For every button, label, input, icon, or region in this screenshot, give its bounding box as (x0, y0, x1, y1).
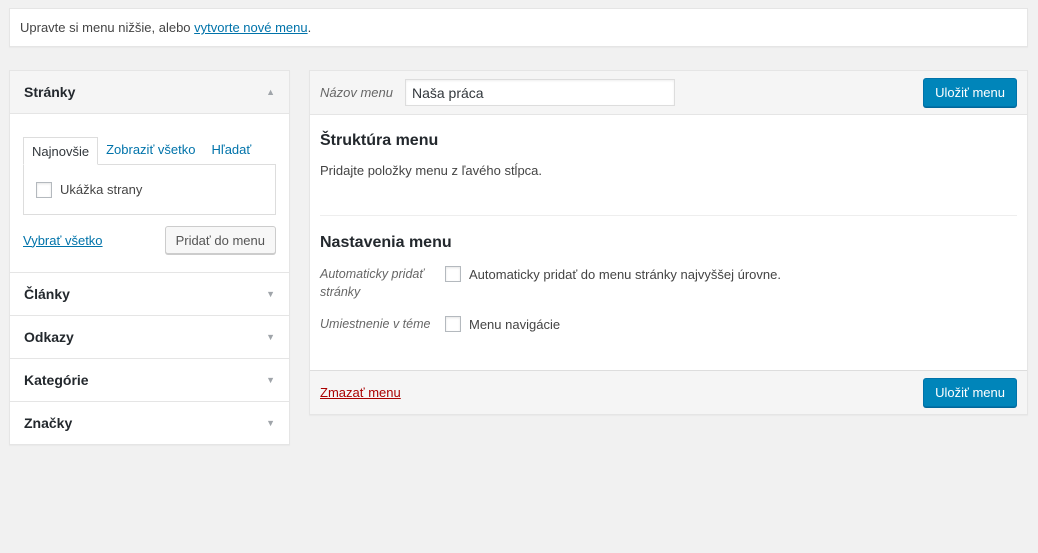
expand-arrow-icon: ▼ (266, 418, 275, 428)
pages-actions: Vybrať všetko Pridať do menu (23, 226, 276, 254)
auto-add-label: Automaticky pridať stránky (320, 267, 424, 299)
auto-add-setting: Automaticky pridať stránky Automaticky p… (320, 265, 781, 301)
add-to-menu-button[interactable]: Pridať do menu (164, 226, 276, 254)
menu-footer: Zmazať menu Uložiť menu (310, 370, 1027, 414)
accordion-categories-title: Kategórie (24, 372, 89, 388)
accordion-posts-title: Články (24, 286, 70, 302)
tab-search[interactable]: Hľadať (204, 136, 260, 164)
accordion-links-title: Odkazy (24, 329, 74, 345)
expand-arrow-icon: ▼ (266, 375, 275, 385)
theme-location-label: Umiestnenie v téme (320, 317, 431, 331)
notice-text: Upravte si menu nižšie, alebo (20, 20, 191, 35)
navigation-menu-checkbox[interactable] (445, 316, 461, 332)
menu-body: Štruktúra menu Pridajte položky menu z ľ… (310, 115, 1027, 372)
auto-add-option-label[interactable]: Automaticky pridať do menu stránky najvy… (469, 267, 781, 282)
accordion-pages-body: Najnovšie Zobraziť všetko Hľadať Ukážka … (10, 114, 289, 272)
add-menu-items-accordion: Stránky ▲ Najnovšie Zobraziť všetko Hľad… (9, 70, 290, 445)
expand-arrow-icon: ▼ (266, 332, 275, 342)
accordion-categories-header[interactable]: Kategórie ▼ (10, 358, 289, 401)
accordion-tags-title: Značky (24, 415, 73, 431)
delete-menu-link[interactable]: Zmazať menu (320, 385, 401, 400)
accordion-links-header[interactable]: Odkazy ▼ (10, 315, 289, 358)
menu-header: Názov menu Uložiť menu (310, 71, 1027, 115)
tab-view-all[interactable]: Zobraziť všetko (98, 136, 203, 164)
notice-bar: Upravte si menu nižšie, alebo vytvorte n… (9, 8, 1028, 47)
create-new-menu-link[interactable]: vytvorte nové menu (194, 20, 307, 35)
select-all-link[interactable]: Vybrať všetko (23, 233, 103, 248)
save-menu-button-top[interactable]: Uložiť menu (923, 78, 1017, 107)
accordion-tags-header[interactable]: Značky ▼ (10, 401, 289, 444)
theme-location-setting: Umiestnenie v téme Menu navigácie (320, 315, 560, 333)
collapse-arrow-icon: ▲ (266, 87, 275, 97)
menu-structure-description: Pridajte položky menu z ľavého stĺpca. (320, 163, 543, 178)
menu-name-input[interactable] (404, 79, 675, 106)
pages-tab-panel: Ukážka strany (23, 164, 276, 215)
expand-arrow-icon: ▼ (266, 289, 275, 299)
auto-add-checkbox[interactable] (445, 266, 461, 282)
notice-suffix: . (307, 20, 312, 35)
menu-name-label: Názov menu (320, 85, 393, 100)
accordion-posts-header[interactable]: Články ▼ (10, 272, 289, 315)
menu-settings-title: Nastavenia menu (320, 234, 452, 251)
pages-tabs: Najnovšie Zobraziť všetko Hľadať (23, 136, 276, 165)
accordion-pages-header[interactable]: Stránky ▲ (10, 71, 289, 114)
page-item-label[interactable]: Ukážka strany (60, 182, 142, 197)
accordion-pages-title: Stránky (24, 84, 76, 100)
menu-edit-panel: Názov menu Uložiť menu Štruktúra menu Pr… (309, 70, 1028, 415)
section-divider (320, 215, 1017, 216)
menu-structure-title: Štruktúra menu (320, 132, 439, 149)
tab-most-recent[interactable]: Najnovšie (23, 137, 99, 165)
save-menu-button-bottom[interactable]: Uložiť menu (923, 378, 1017, 407)
page-item-checkbox[interactable] (36, 181, 52, 198)
navigation-menu-option-label[interactable]: Menu navigácie (469, 317, 560, 332)
